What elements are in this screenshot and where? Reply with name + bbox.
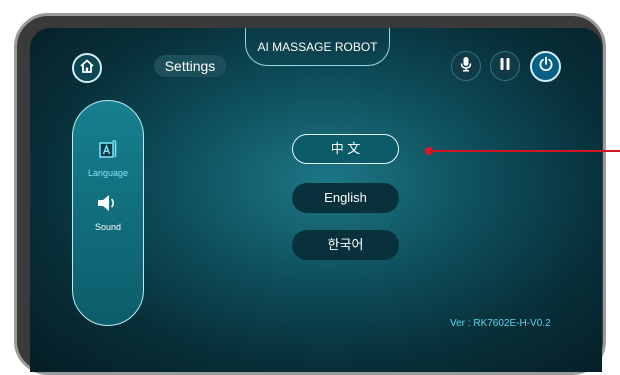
speaker-icon — [95, 195, 121, 217]
power-button[interactable] — [530, 51, 561, 82]
sidebar-item-language[interactable]: Language — [73, 139, 143, 178]
settings-side-panel: Language Sound — [72, 100, 144, 326]
language-icon — [97, 140, 119, 163]
language-option-korean[interactable]: 한국어 — [292, 230, 399, 260]
sidebar-item-language-label: Language — [87, 168, 129, 178]
sidebar-item-sound[interactable]: Sound — [73, 193, 143, 232]
screen: AI MASSAGE ROBOT Settings Language Sound… — [30, 28, 602, 372]
home-button[interactable] — [72, 53, 102, 83]
power-icon — [538, 56, 554, 77]
microphone-icon — [459, 56, 473, 77]
home-icon — [79, 58, 95, 79]
app-title-tab: AI MASSAGE ROBOT — [245, 28, 390, 66]
app-title: AI MASSAGE ROBOT — [257, 40, 378, 54]
language-option-chinese[interactable]: 中 文 — [292, 134, 399, 164]
annotation-line — [429, 150, 620, 152]
settings-label: Settings — [154, 55, 226, 77]
pause-button[interactable] — [490, 51, 520, 81]
sidebar-item-sound-label: Sound — [94, 222, 122, 232]
microphone-button[interactable] — [451, 51, 481, 81]
version-text: Ver : RK7602E-H-V0.2 — [450, 318, 551, 329]
language-option-english[interactable]: English — [292, 183, 399, 213]
pause-icon — [499, 57, 511, 76]
